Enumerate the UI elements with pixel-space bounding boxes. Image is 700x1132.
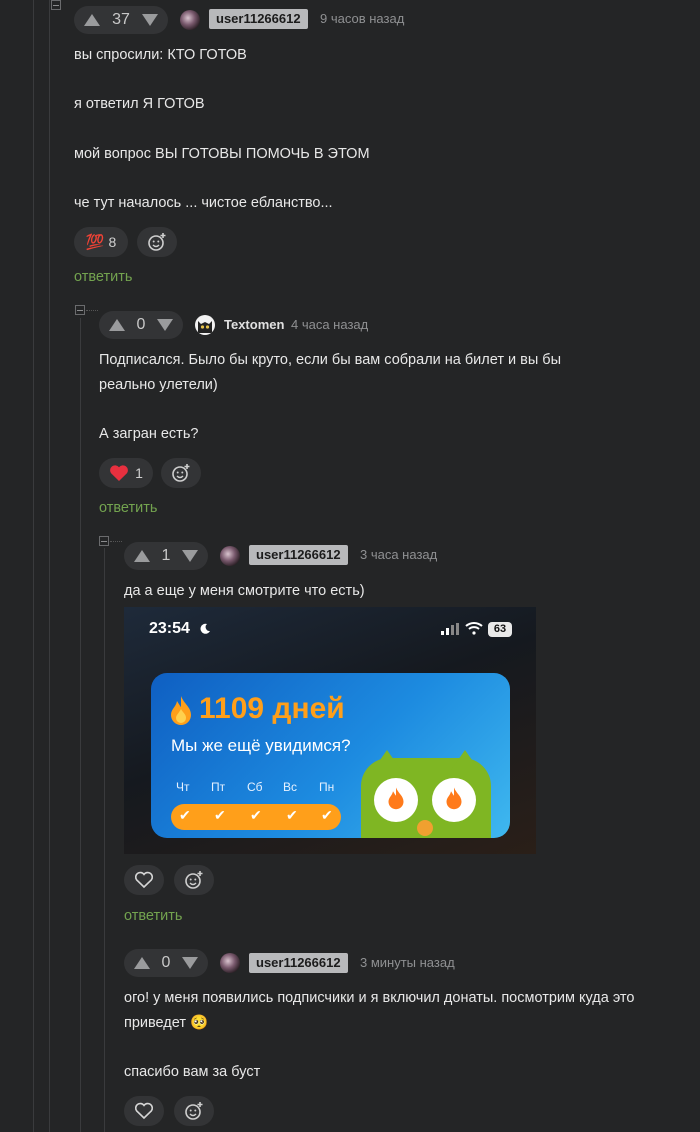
- arrow-down-icon[interactable]: [182, 957, 198, 969]
- comment-text: да а еще у меня смотрите что есть): [124, 583, 365, 599]
- reaction-count: 8: [108, 234, 117, 250]
- vote-count: 0: [161, 954, 171, 971]
- battery-indicator: 63: [488, 622, 512, 637]
- streak-subtitle: Мы же ещё увидимся?: [171, 736, 351, 755]
- comment-time: 4 часа назад: [291, 317, 369, 332]
- add-reaction-button[interactable]: [161, 458, 201, 488]
- owl-mascot: [361, 748, 491, 838]
- vote-widget: 37: [74, 6, 168, 34]
- comment-text: ого! у меня появились подписчики и я вкл…: [124, 990, 635, 1006]
- reaction-button[interactable]: 💯 8: [74, 227, 128, 257]
- like-button[interactable]: 1: [99, 458, 153, 488]
- arrow-down-icon[interactable]: [182, 550, 198, 562]
- comment-text: я ответил Я ГОТОВ: [74, 96, 205, 112]
- add-reaction-button[interactable]: [174, 865, 214, 895]
- add-reaction-icon: [185, 871, 203, 889]
- collapse-toggle[interactable]: [51, 0, 61, 10]
- check-icon: ✔: [321, 807, 333, 823]
- comment-text: приведет 🥺: [124, 1015, 209, 1031]
- comment-text: мой вопрос ВЫ ГОТОВЫ ПОМОЧЬ В ЭТОМ: [74, 146, 370, 162]
- weekday-label: Чт: [176, 780, 190, 794]
- heart-icon: [134, 871, 154, 889]
- avatar[interactable]: [180, 10, 200, 30]
- vote-widget: 1: [124, 542, 208, 570]
- comment-time: 3 часа назад: [360, 547, 438, 562]
- username[interactable]: Textomen: [224, 315, 284, 335]
- thread-connector: [86, 310, 98, 311]
- reply-link[interactable]: ответить: [74, 269, 132, 285]
- check-icon: ✔: [286, 807, 298, 823]
- thread-connector: [110, 541, 122, 542]
- arrow-down-icon[interactable]: [157, 319, 173, 331]
- add-reaction-button[interactable]: [137, 227, 177, 257]
- avatar[interactable]: [195, 315, 215, 335]
- flame-icon: [446, 787, 462, 810]
- heart-icon: [110, 465, 128, 481]
- comment-time: 9 часов назад: [320, 11, 405, 26]
- reply-link[interactable]: ответить: [99, 500, 157, 516]
- like-button[interactable]: [124, 1096, 164, 1126]
- cat-avatar-icon: [198, 321, 212, 333]
- moon-icon: [200, 623, 210, 634]
- signal-icon: [441, 623, 459, 635]
- weekday-label: Сб: [247, 780, 263, 794]
- reply-link[interactable]: ответить: [124, 908, 182, 924]
- comment-text: че тут началось ... чистое ебланство...: [74, 195, 333, 211]
- thread-line: [104, 548, 105, 1132]
- streak-count: 1109 дней: [199, 692, 345, 725]
- check-icon: ✔: [179, 807, 191, 823]
- vote-count: 37: [112, 11, 130, 28]
- comment-time: 3 минуты назад: [360, 955, 455, 970]
- comment-text: Подписался. Было бы круто, если бы вам с…: [99, 352, 562, 368]
- username-badge[interactable]: user11266612: [249, 545, 348, 565]
- add-reaction-icon: [148, 233, 166, 251]
- arrow-up-icon[interactable]: [109, 319, 125, 331]
- comment-text: спасибо вам за буст: [124, 1064, 261, 1080]
- check-icon: ✔: [214, 807, 226, 823]
- add-reaction-icon: [172, 464, 190, 482]
- like-button[interactable]: [124, 865, 164, 895]
- username-badge[interactable]: user11266612: [209, 9, 308, 29]
- weekday-label: Пт: [211, 780, 226, 794]
- comment-text: реально улетели): [99, 377, 218, 393]
- arrow-up-icon[interactable]: [84, 14, 100, 26]
- attached-image[interactable]: 23:54 63 1109 дней Мы же ещё увидимся? Ч…: [124, 607, 536, 854]
- vote-count: 1: [161, 547, 171, 564]
- status-clock: 23:54: [149, 620, 190, 637]
- weekday-label: Вс: [283, 780, 298, 794]
- streak-days-bar: ✔ ✔ ✔ ✔ ✔: [171, 804, 341, 830]
- thread-line: [80, 318, 81, 1132]
- vote-widget: 0: [124, 949, 208, 977]
- heart-icon: [134, 1102, 154, 1120]
- vote-widget: 0: [99, 311, 183, 339]
- hundred-icon: 💯: [85, 234, 105, 251]
- thread-line: [49, 0, 50, 1132]
- reaction-count: 1: [135, 465, 143, 481]
- add-reaction-button[interactable]: [174, 1096, 214, 1126]
- comment-text: А загран есть?: [99, 426, 199, 442]
- avatar[interactable]: [220, 546, 240, 566]
- flame-icon: [171, 696, 191, 725]
- weekday-label: Пн: [319, 780, 335, 794]
- avatar[interactable]: [220, 953, 240, 973]
- wifi-icon: [465, 622, 483, 635]
- vote-count: 0: [136, 316, 146, 333]
- arrow-up-icon[interactable]: [134, 550, 150, 562]
- thread-line: [33, 0, 34, 1132]
- arrow-up-icon[interactable]: [134, 957, 150, 969]
- add-reaction-icon: [185, 1102, 203, 1120]
- flame-icon: [388, 787, 404, 810]
- check-icon: ✔: [250, 807, 262, 823]
- arrow-down-icon[interactable]: [142, 14, 158, 26]
- username-badge[interactable]: user11266612: [249, 953, 348, 973]
- comment-text: вы спросили: КТО ГОТОВ: [74, 47, 247, 63]
- collapse-toggle[interactable]: [75, 305, 85, 315]
- collapse-toggle[interactable]: [99, 536, 109, 546]
